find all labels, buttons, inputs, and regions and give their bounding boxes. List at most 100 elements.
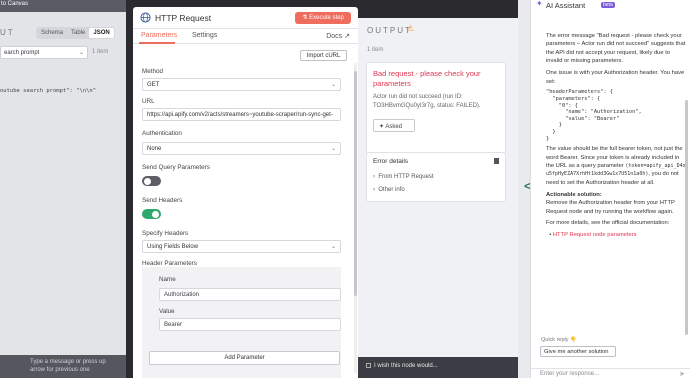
- header-value-label: Value: [159, 308, 175, 315]
- http-request-header: HTTP Request ⚗ Execute step: [133, 7, 358, 29]
- chat-input-hint[interactable]: Type a message or press up arrow for pre…: [0, 355, 126, 378]
- chevron-right-icon: ›: [373, 174, 375, 180]
- toggle-knob: [144, 177, 151, 185]
- beta-badge: beta: [601, 2, 615, 8]
- ai-assistant-header: ✦ AI Assistant beta: [531, 0, 690, 12]
- add-parameter-button[interactable]: Add Parameter: [149, 351, 340, 365]
- ai-assistant-title: AI Assistant: [546, 1, 586, 10]
- ai-paragraph: One issue is with your Authorization hea…: [546, 70, 685, 85]
- ai-paragraph: The error message "Bad request - please …: [546, 33, 686, 65]
- output-item-count: 1 item: [367, 47, 384, 53]
- doc-link-item: • HTTP Request node parameters: [546, 232, 637, 239]
- scrollbar-thumb[interactable]: [354, 71, 357, 296]
- chevron-right-icon: ›: [373, 187, 375, 193]
- doc-link[interactable]: HTTP Request node parameters: [553, 232, 637, 238]
- view-mode-json[interactable]: JSON: [89, 28, 114, 38]
- copy-icon[interactable]: [494, 158, 499, 164]
- ai-paragraph: For more details, see the official docum…: [546, 220, 670, 227]
- method-label: Method: [142, 68, 164, 75]
- error-details-title: Error details: [373, 158, 409, 165]
- send-headers-label: Send Headers: [142, 197, 183, 204]
- ai-paragraph: Actionable solution: Remove the Authoriza…: [546, 191, 686, 216]
- chevron-down-icon: ⌄: [78, 50, 84, 56]
- ai-message: The error message "Bad request - please …: [546, 32, 686, 243]
- chevron-down-icon: ⌄: [330, 244, 336, 250]
- docs-link[interactable]: Docs ↗: [326, 32, 350, 40]
- specify-headers-select[interactable]: Using Fields Below ⌄: [142, 240, 341, 253]
- feedback-bar[interactable]: I wish this node would...: [358, 357, 518, 378]
- ai-paragraph: The value should be the full bearer toke…: [546, 145, 686, 187]
- sparkle-icon: ✦: [536, 0, 543, 8]
- active-tab-indicator: [139, 42, 175, 44]
- chat-hint-line2: arrow for previous one: [30, 367, 90, 373]
- asked-label: Asked: [385, 123, 403, 130]
- actionable-title: Actionable solution:: [546, 191, 602, 198]
- authentication-select[interactable]: None ⌄: [142, 142, 341, 155]
- url-input[interactable]: https://api.apify.com/v2/acts/streamers~…: [142, 108, 341, 121]
- error-title: Bad request - please check your paramete…: [373, 69, 481, 88]
- input-field-select-value: earch prompt: [4, 50, 40, 56]
- feedback-checkbox[interactable]: [366, 363, 371, 368]
- asked-button[interactable]: ✦ Asked: [373, 119, 415, 132]
- method-value: GET: [147, 82, 160, 88]
- url-label: URL: [142, 98, 155, 105]
- output-title: OUTPUT: [367, 26, 412, 35]
- node-title: HTTP Request: [155, 13, 212, 23]
- actionable-text: Remove the Authorization header from you…: [546, 200, 675, 215]
- node-tabs: Parameters Settings Docs ↗: [133, 29, 358, 44]
- http-request-panel: HTTP Request ⚗ Execute step Parameters S…: [133, 7, 358, 378]
- tab-parameters[interactable]: Parameters: [141, 32, 177, 39]
- send-headers-toggle[interactable]: [142, 209, 161, 219]
- ai-response-input[interactable]: Enter your response... ➤: [531, 368, 690, 378]
- header-name-input[interactable]: Authorization: [159, 288, 341, 301]
- execute-step-button[interactable]: ⚗ Execute step: [295, 12, 351, 24]
- input-item-count: 1 item: [92, 49, 109, 55]
- send-icon[interactable]: ➤: [679, 370, 685, 378]
- view-mode-table[interactable]: Table: [67, 28, 89, 38]
- ai-assistant-panel: ✦ AI Assistant beta The error message "B…: [530, 0, 690, 378]
- details-row-label: From HTTP Request: [378, 174, 434, 180]
- toggle-knob: [152, 210, 159, 218]
- ai-scrollbar[interactable]: [685, 100, 688, 335]
- external-link-icon: ↗: [344, 33, 350, 40]
- back-to-canvas-link[interactable]: to Canvas: [0, 0, 126, 12]
- details-row-from-http[interactable]: › From HTTP Request: [373, 174, 434, 180]
- details-row-other-info[interactable]: › Other info: [373, 187, 405, 193]
- view-mode-schema[interactable]: Schema: [37, 28, 67, 38]
- header-name-label: Name: [159, 276, 176, 283]
- feedback-text: I wish this node would...: [374, 363, 438, 369]
- quick-reply-button[interactable]: Give me another solution: [540, 346, 616, 357]
- panel-scrollbar[interactable]: [354, 63, 357, 373]
- chevron-down-icon: ⌄: [330, 146, 336, 152]
- chevron-down-icon: ⌄: [330, 82, 336, 88]
- view-mode-switcher[interactable]: Schema Table JSON: [36, 27, 115, 39]
- input-field-select[interactable]: earch prompt ⌄: [0, 46, 88, 59]
- ai-input-placeholder: Enter your response...: [540, 371, 600, 377]
- output-panel: OUTPUT ⚠ 1 item Bad request - please che…: [358, 18, 518, 357]
- header-value-input[interactable]: Bearer: [159, 318, 341, 331]
- specify-headers-value: Using Fields Below: [147, 244, 199, 250]
- specify-headers-label: Specify Headers: [142, 230, 189, 237]
- details-row-label: Other info: [378, 187, 405, 193]
- authentication-value: None: [147, 146, 162, 152]
- authentication-label: Authentication: [142, 130, 182, 137]
- warning-icon: ⚠: [407, 24, 415, 33]
- code-block: "headerParameters": { "parameters": { "0…: [546, 89, 642, 142]
- execute-step-label: Execute step: [309, 15, 344, 21]
- send-query-toggle[interactable]: [142, 176, 161, 186]
- import-curl-button[interactable]: Import cURL: [300, 50, 347, 61]
- error-description: Actor run did not succeed (run ID: TO3HB…: [373, 94, 481, 109]
- input-panel: to Canvas UT Schema Table JSON earch pro…: [0, 0, 126, 378]
- error-details-card: Error details › From HTTP Request › Othe…: [366, 152, 506, 202]
- json-line: outube search prompt": "\n\n": [0, 88, 97, 94]
- input-section-label: UT: [0, 28, 15, 37]
- tab-settings[interactable]: Settings: [192, 32, 217, 39]
- method-select[interactable]: GET ⌄: [142, 78, 341, 91]
- globe-icon: [140, 12, 151, 23]
- error-card: Bad request - please check your paramete…: [366, 62, 506, 154]
- quick-reply-label: Quick reply 👇: [541, 337, 577, 343]
- docs-label: Docs: [326, 33, 343, 40]
- chat-hint-line1: Type a message or press up: [30, 359, 106, 365]
- send-query-label: Send Query Parameters: [142, 164, 210, 171]
- header-parameters-label: Header Parameters: [142, 260, 197, 267]
